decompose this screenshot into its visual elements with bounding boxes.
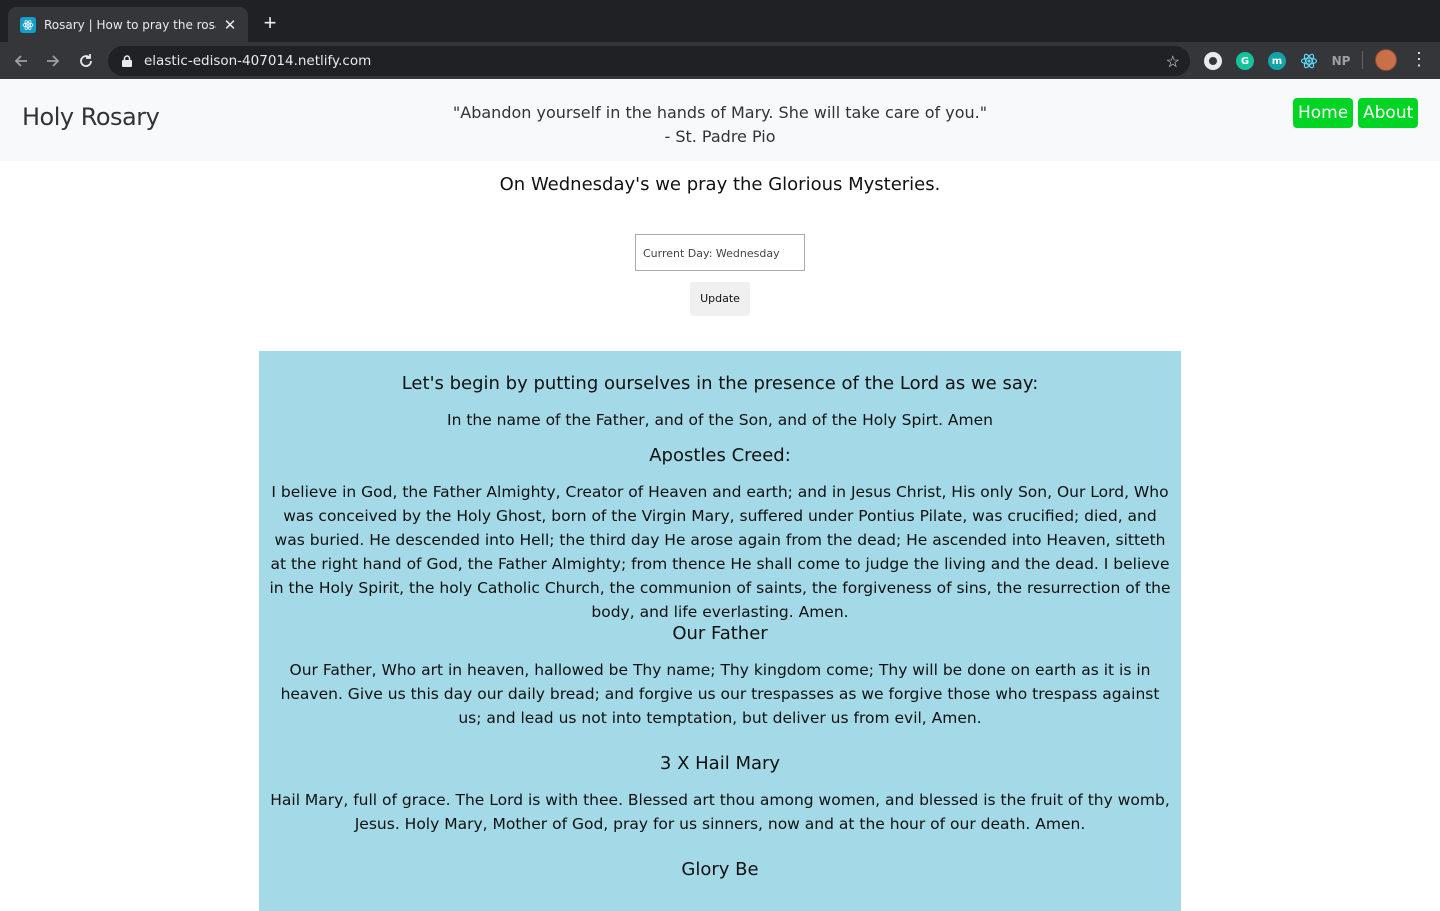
quote-author: - St. Padre Pio [664,127,776,146]
intro-heading: Let's begin by putting ourselves in the … [401,373,1039,394]
close-tab-icon[interactable]: ✕ [222,16,238,34]
browser-toolbar: elastic-edison-407014.netlify.com ☆ G m … [0,42,1440,79]
browser-tab-bar: Rosary | How to pray the rosary ✕ + [0,0,1440,42]
page: Holy Rosary "Abandon yourself in the han… [0,79,1440,911]
hail-mary-text: Hail Mary, full of grace. The Lord is wi… [270,791,1170,833]
new-tab-icon[interactable]: + [258,12,282,36]
toolbar-divider [1362,51,1363,69]
profile-avatar[interactable] [1375,49,1397,71]
glory-be-heading: Glory Be [681,859,759,880]
np-extension-icon[interactable]: NP [1330,52,1352,70]
react-devtools-icon[interactable] [1300,52,1318,70]
quote-text: "Abandon yourself in the hands of Mary. … [452,103,988,122]
site-navbar: Holy Rosary "Abandon yourself in the han… [0,79,1440,161]
intro-text: In the name of the Father, and of the So… [447,411,993,429]
site-brand[interactable]: Holy Rosary [22,103,160,131]
home-link[interactable]: Home [1293,98,1354,128]
mysteries-heading: On Wednesday's we pray the Glorious Myst… [499,174,941,195]
browser-menu-icon[interactable]: ⋮ [1410,49,1428,71]
lock-icon [120,54,134,68]
bookmark-star-icon[interactable]: ☆ [1166,52,1180,72]
header-quote: "Abandon yourself in the hands of Mary. … [420,101,1020,149]
our-father-text: Our Father, Who art in heaven, hallowed … [280,661,1160,727]
react-favicon-icon [20,16,36,33]
grammarly-extension-icon[interactable]: G [1236,52,1254,70]
extension-o-icon[interactable] [1204,52,1222,70]
browser-tab[interactable]: Rosary | How to pray the rosary ✕ [8,7,248,42]
reload-icon[interactable] [75,50,97,72]
tab-title: Rosary | How to pray the rosary [44,17,216,32]
forward-icon[interactable] [42,50,64,72]
about-link[interactable]: About [1358,98,1419,128]
creed-text: I believe in God, the Father Almighty, C… [269,483,1171,621]
hail-mary-heading: 3 X Hail Mary [659,753,781,774]
m-extension-icon[interactable]: m [1268,52,1286,70]
current-day-input[interactable]: Current Day: Wednesday [635,234,805,271]
prayer-panel: Let's begin by putting ourselves in the … [259,351,1181,911]
update-button[interactable]: Update [690,282,750,316]
back-icon[interactable] [10,50,32,72]
creed-heading: Apostles Creed: [649,445,791,466]
url-text: elastic-edison-407014.netlify.com [144,53,372,69]
our-father-heading: Our Father [672,623,768,644]
address-bar[interactable]: elastic-edison-407014.netlify.com ☆ [108,46,1190,76]
